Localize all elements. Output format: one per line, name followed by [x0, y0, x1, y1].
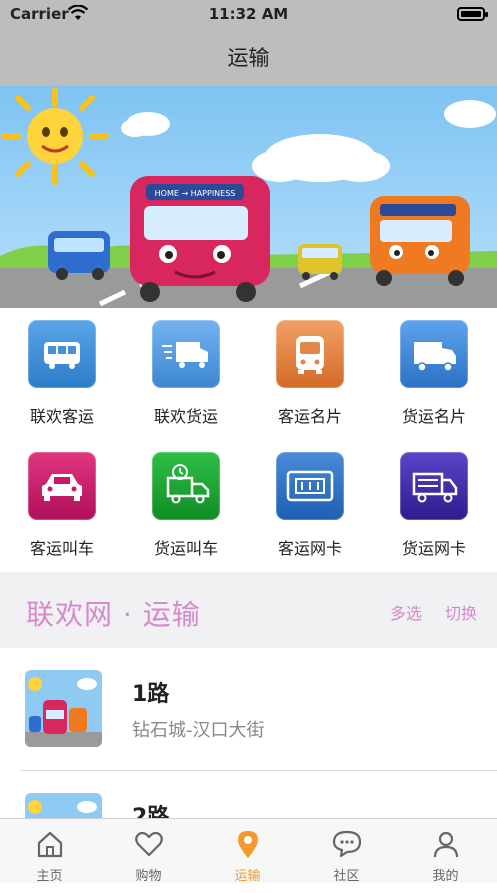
- bus-icon: [44, 342, 80, 369]
- route-thumbnail: [25, 670, 102, 747]
- tile-background: [400, 452, 468, 520]
- home-icon: [37, 831, 63, 858]
- grid-item-label: 客运叫车: [29, 539, 94, 558]
- cargo-truck-icon: [412, 472, 458, 503]
- grid-item-label: 货运名片: [401, 407, 466, 426]
- timed-truck-icon: [166, 464, 210, 504]
- car-icon: [42, 474, 82, 501]
- location-pin-icon: [238, 831, 258, 858]
- tab-label: 社区: [333, 869, 360, 884]
- grid-item-passenger-call[interactable]: 客运叫车: [0, 440, 124, 572]
- tab-bar: 主页 购物 运输 社区 我的: [0, 818, 497, 884]
- tile-background: [276, 320, 344, 388]
- grid-item-passenger-transport[interactable]: 联欢客运: [0, 308, 124, 440]
- grid-item-passenger-netcard[interactable]: 客运网卡: [248, 440, 372, 572]
- grid-item-label: 联欢客运: [29, 407, 94, 426]
- tile-background: [276, 452, 344, 520]
- multi-select-button[interactable]: 多选: [390, 600, 422, 624]
- tile-background: [400, 320, 468, 388]
- switch-button[interactable]: 切换: [445, 600, 477, 624]
- page-title: 运输: [227, 46, 270, 70]
- tab-transport[interactable]: 运输: [198, 819, 297, 884]
- grid-item-label: 货运网卡: [401, 539, 466, 558]
- list-item[interactable]: 1路 钻石城-汉口大街: [0, 648, 497, 770]
- tab-label: 我的: [432, 869, 459, 884]
- tab-shopping[interactable]: 购物: [99, 819, 198, 884]
- banner-image[interactable]: HOME → HAPPINESS: [0, 86, 497, 308]
- tab-home[interactable]: 主页: [0, 819, 99, 884]
- nav-bar: 运输: [0, 28, 497, 86]
- tile-background: [28, 320, 96, 388]
- card-icon: [286, 470, 334, 502]
- fast-truck-icon: [162, 342, 208, 368]
- tab-label: 运输: [234, 869, 261, 884]
- heart-icon: [135, 831, 163, 857]
- battery-icon: [457, 7, 488, 21]
- route-stops: 钻石城-汉口大街: [132, 720, 265, 741]
- status-bar: Carrier 11:32 AM: [0, 0, 497, 28]
- clock: 11:32 AM: [208, 5, 289, 23]
- grid-item-label: 货运叫车: [153, 539, 218, 558]
- tile-background: [152, 452, 220, 520]
- grid-item-passenger-card[interactable]: 客运名片: [248, 308, 372, 440]
- truck-icon: [414, 342, 456, 372]
- grid-item-label: 客运名片: [277, 407, 342, 426]
- section-title: 联欢网 · 运输: [26, 598, 201, 631]
- service-grid: 联欢客运 联欢货运 客运名片 货运名片 客运叫车 货运叫车 客运网卡 货运网卡: [0, 308, 497, 572]
- grid-item-freight-card[interactable]: 货运名片: [372, 308, 496, 440]
- tab-mine[interactable]: 我的: [396, 819, 495, 884]
- grid-item-label: 联欢货运: [153, 407, 218, 426]
- tile-background: [152, 320, 220, 388]
- tab-community[interactable]: 社区: [297, 819, 396, 884]
- chat-icon: [332, 830, 362, 858]
- grid-item-label: 客运网卡: [277, 539, 342, 558]
- bus-front-icon: [296, 336, 324, 374]
- section-header: 联欢网 · 运输 多选 切换: [0, 572, 497, 648]
- grid-item-freight-transport[interactable]: 联欢货运: [124, 308, 248, 440]
- bus-sign: HOME → HAPPINESS: [155, 189, 236, 198]
- grid-item-freight-netcard[interactable]: 货运网卡: [372, 440, 496, 572]
- route-name: 1路: [132, 682, 170, 707]
- grid-item-freight-call[interactable]: 货运叫车: [124, 440, 248, 572]
- tab-label: 主页: [36, 869, 63, 884]
- tile-background: [28, 452, 96, 520]
- tab-label: 购物: [135, 869, 162, 884]
- user-icon: [433, 831, 459, 858]
